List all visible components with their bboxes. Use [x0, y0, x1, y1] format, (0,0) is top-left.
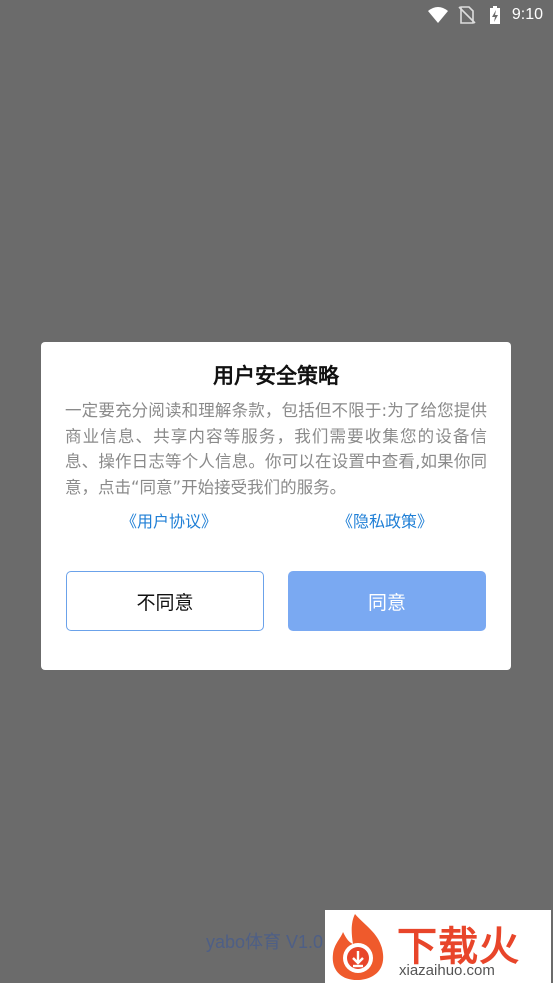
- no-sim-icon: [458, 6, 476, 24]
- app-version: yabo体育 V1.0: [206, 932, 324, 952]
- watermark: 下载火 xiazaihuo.com: [325, 910, 551, 983]
- dialog-body-text: 一定要充分阅读和理解条款，包括但不限于:为了给您提供商业信息、共享内容等服务，我…: [65, 401, 487, 497]
- wifi-icon: [427, 7, 448, 23]
- disagree-button[interactable]: 不同意: [66, 571, 264, 631]
- agree-button[interactable]: 同意: [288, 571, 486, 631]
- status-bar: 9:10: [427, 0, 553, 30]
- flame-logo-icon: [332, 914, 384, 980]
- policy-dialog: 用户安全策略 一定要充分阅读和理解条款，包括但不限于:为了给您提供商业信息、共享…: [41, 342, 511, 670]
- privacy-policy-link[interactable]: 《隐私政策》: [337, 508, 433, 532]
- status-time: 9:10: [511, 6, 543, 23]
- dialog-title: 用户安全策略: [213, 364, 339, 388]
- battery-charging-icon: [489, 6, 500, 24]
- watermark-brand-en: xiazaihuo.com: [399, 962, 495, 979]
- user-agreement-link[interactable]: 《用户协议》: [121, 508, 217, 532]
